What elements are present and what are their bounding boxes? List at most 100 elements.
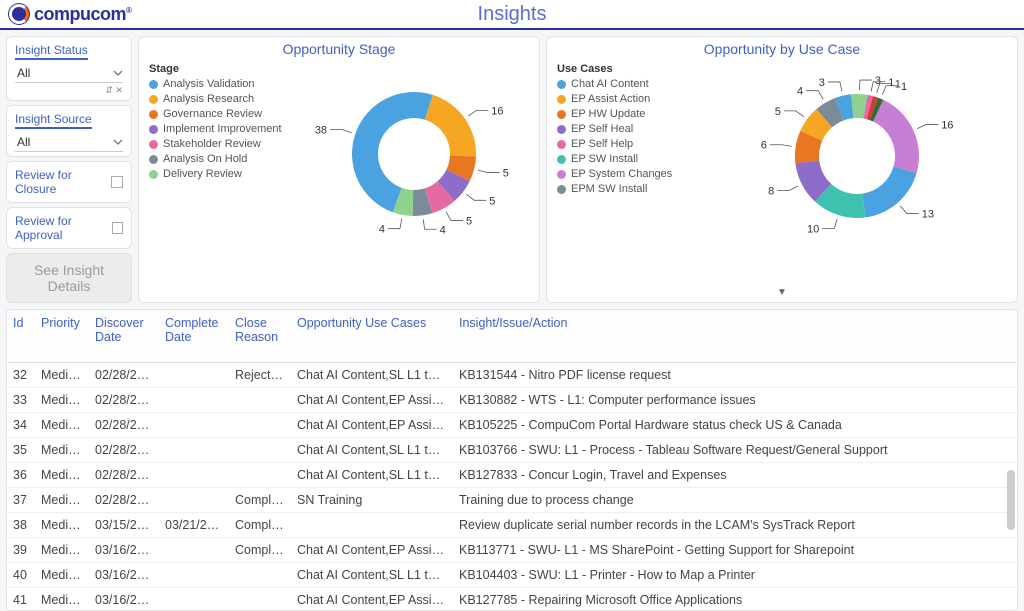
cell-complete bbox=[159, 538, 229, 563]
donut-value-label: 13 bbox=[922, 208, 934, 220]
donut-value-label: 4 bbox=[379, 224, 385, 236]
page-title: Insights bbox=[478, 3, 547, 26]
donut-value-label: 16 bbox=[491, 105, 503, 117]
cell-complete bbox=[159, 463, 229, 488]
legend-item[interactable]: Chat AI Content bbox=[557, 78, 707, 90]
table-row[interactable]: 35Medium02/28/2023Chat AI Content,SL L1 … bbox=[7, 438, 1017, 463]
filter-source-select[interactable]: All bbox=[15, 133, 123, 152]
legend-item[interactable]: Delivery Review bbox=[149, 168, 299, 180]
table-row[interactable]: 33Medium02/28/2023Chat AI Content,EP Ass… bbox=[7, 388, 1017, 413]
legend-label: Stakeholder Review bbox=[163, 138, 261, 150]
legend-item[interactable]: EP Self Help bbox=[557, 138, 707, 150]
cell-id: 32 bbox=[7, 363, 35, 388]
legend-item[interactable]: Analysis Validation bbox=[149, 78, 299, 90]
table-row[interactable]: 38Medium03/15/202303/21/2023CompletedRev… bbox=[7, 513, 1017, 538]
cell-priority: Medium bbox=[35, 588, 89, 611]
col-id[interactable]: Id bbox=[7, 310, 35, 363]
cell-usecases: Chat AI Content,EP Assist Actio... bbox=[291, 413, 453, 438]
cell-priority: Medium bbox=[35, 463, 89, 488]
legend-item[interactable]: Governance Review bbox=[149, 108, 299, 120]
table-scrollbar[interactable] bbox=[1007, 470, 1015, 530]
filter-status-select[interactable]: All bbox=[15, 64, 123, 83]
col-complete-date[interactable]: Complete Date bbox=[159, 310, 229, 363]
table-row[interactable]: 39Medium03/16/2023CompletedChat AI Conte… bbox=[7, 538, 1017, 563]
color-swatch bbox=[557, 80, 566, 89]
col-priority[interactable]: Priority bbox=[35, 310, 89, 363]
cell-id: 39 bbox=[7, 538, 35, 563]
legend-item[interactable]: EP SW Install bbox=[557, 153, 707, 165]
cell-insight: KB130882 - WTS - L1: Computer performanc… bbox=[453, 388, 1017, 413]
filter-source-label: Insight Source bbox=[15, 112, 92, 129]
legend-item[interactable]: Implement Improvement bbox=[149, 123, 299, 135]
legend-item[interactable]: EPM SW Install bbox=[557, 183, 707, 195]
review-approval-toggle[interactable]: Review for Approval bbox=[6, 207, 132, 249]
cell-close: Completed bbox=[229, 513, 291, 538]
color-swatch bbox=[149, 95, 158, 104]
table-header-row: Id Priority Discover Date Complete Date … bbox=[7, 310, 1017, 363]
col-close-reason[interactable]: Close Reason bbox=[229, 310, 291, 363]
chart2-donut[interactable]: 161310865433111 bbox=[707, 59, 1007, 249]
legend-item[interactable]: EP Self Heal bbox=[557, 123, 707, 135]
legend-label: EP Self Heal bbox=[571, 123, 633, 135]
legend-label: Implement Improvement bbox=[163, 123, 282, 135]
cell-complete: 03/21/2023 bbox=[159, 513, 229, 538]
col-use-cases[interactable]: Opportunity Use Cases bbox=[291, 310, 453, 363]
chart2-expand-icon[interactable]: ▼ bbox=[777, 287, 787, 298]
filter-source-value: All bbox=[17, 135, 30, 149]
cell-discover: 02/28/2023 bbox=[89, 413, 159, 438]
table-row[interactable]: 32Medium02/28/2023Rejected ...Chat AI Co… bbox=[7, 363, 1017, 388]
legend-item[interactable]: EP HW Update bbox=[557, 108, 707, 120]
col-discover-date[interactable]: Discover Date bbox=[89, 310, 159, 363]
table-row[interactable]: 36Medium02/28/2023Chat AI Content,SL L1 … bbox=[7, 463, 1017, 488]
chart1-donut[interactable]: 381655544 bbox=[299, 59, 529, 249]
cell-priority: Medium bbox=[35, 513, 89, 538]
cell-priority: Medium bbox=[35, 488, 89, 513]
legend-item[interactable]: Stakeholder Review bbox=[149, 138, 299, 150]
chart1-legend-title: Stage bbox=[149, 63, 299, 75]
app-header: compucom® Insights bbox=[0, 0, 1024, 30]
cell-insight: Review duplicate serial number records i… bbox=[453, 513, 1017, 538]
donut-value-label: 5 bbox=[489, 195, 495, 207]
color-swatch bbox=[557, 170, 566, 179]
donut-slice[interactable] bbox=[873, 100, 919, 173]
cell-close: Completed bbox=[229, 488, 291, 513]
cell-priority: Medium bbox=[35, 363, 89, 388]
cell-id: 33 bbox=[7, 388, 35, 413]
cell-complete bbox=[159, 588, 229, 611]
cell-insight: KB113771 - SWU- L1 - MS SharePoint - Get… bbox=[453, 538, 1017, 563]
cell-usecases: Chat AI Content,SL L1 to L0 bbox=[291, 463, 453, 488]
legend-item[interactable]: EP Assist Action bbox=[557, 93, 707, 105]
cell-complete bbox=[159, 488, 229, 513]
legend-label: Delivery Review bbox=[163, 168, 242, 180]
legend-item[interactable]: EP System Changes bbox=[557, 168, 707, 180]
cell-complete bbox=[159, 363, 229, 388]
donut-value-label: 6 bbox=[761, 140, 767, 152]
legend-label: EP Self Help bbox=[571, 138, 633, 150]
cell-id: 35 bbox=[7, 438, 35, 463]
chart2-legend-title: Use Cases bbox=[557, 63, 707, 75]
color-swatch bbox=[149, 80, 158, 89]
cell-priority: Medium bbox=[35, 438, 89, 463]
table-row[interactable]: 41Medium03/16/2023Chat AI Content,EP Ass… bbox=[7, 588, 1017, 611]
review-closure-toggle[interactable]: Review for Closure bbox=[6, 161, 132, 203]
logo-icon bbox=[8, 3, 30, 25]
see-insight-details-button[interactable]: See Insight Details bbox=[6, 253, 132, 303]
legend-item[interactable]: Analysis Research bbox=[149, 93, 299, 105]
donut-slice[interactable] bbox=[862, 167, 916, 218]
color-swatch bbox=[149, 140, 158, 149]
table-row[interactable]: 37Medium02/28/2023CompletedSN TrainingTr… bbox=[7, 488, 1017, 513]
cell-close bbox=[229, 463, 291, 488]
filter-sidebar: Insight Status All ⇵ ✕ Insight Source Al… bbox=[6, 36, 132, 303]
table-row[interactable]: 34Medium02/28/2023Chat AI Content,EP Ass… bbox=[7, 413, 1017, 438]
donut-slice[interactable] bbox=[425, 95, 476, 157]
table-row[interactable]: 40Medium03/16/2023Chat AI Content,SL L1 … bbox=[7, 563, 1017, 588]
review-approval-label: Review for Approval bbox=[15, 214, 112, 242]
legend-label: Governance Review bbox=[163, 108, 262, 120]
filter-mini-tools[interactable]: ⇵ ✕ bbox=[15, 85, 123, 96]
cell-usecases: SN Training bbox=[291, 488, 453, 513]
col-insight[interactable]: Insight/Issue/Action bbox=[453, 310, 1017, 363]
cell-usecases: Chat AI Content,SL L1 to L0,EP ... bbox=[291, 563, 453, 588]
cell-discover: 03/16/2023 bbox=[89, 588, 159, 611]
cell-usecases: Chat AI Content,EP Assist Actio... bbox=[291, 388, 453, 413]
legend-item[interactable]: Analysis On Hold bbox=[149, 153, 299, 165]
